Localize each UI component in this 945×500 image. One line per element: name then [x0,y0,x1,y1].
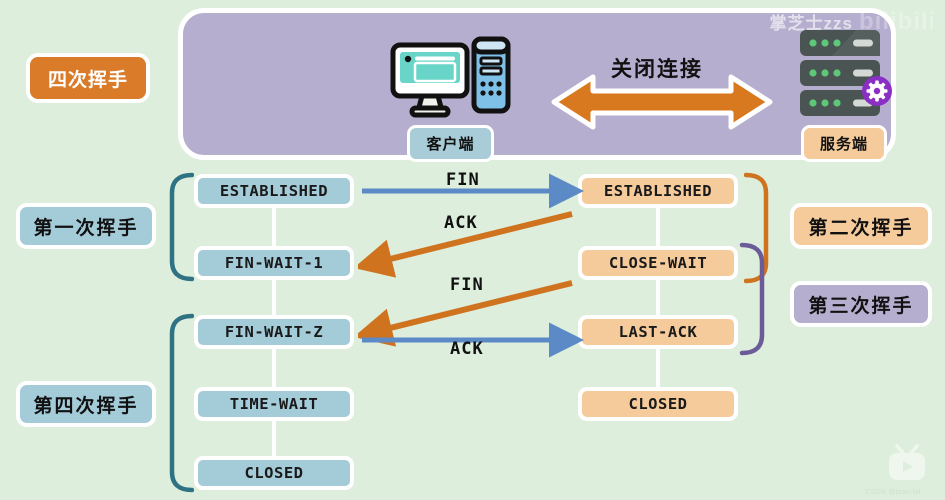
server-state-close-wait: CLOSE-WAIT [578,246,738,280]
server-label: 服务端 [800,125,887,162]
client-state-time-wait: TIME-WAIT [194,387,354,421]
client-state-fin-wait-2: FIN-WAIT-Z [194,315,354,349]
client-state-closed: CLOSED [194,456,354,490]
four-way-handshake-badge: 四次挥手 [26,53,150,103]
side-label-third-handshake: 第三次挥手 [790,281,932,327]
close-connection-bidirectional-arrow-icon [549,71,775,133]
side-label-first-handshake: 第一次挥手 [16,203,156,249]
message-label-fin-1: FIN [446,170,480,190]
server-state-established: ESTABLISHED [578,174,738,208]
client-label: 客户端 [407,125,494,162]
server-state-closed: CLOSED [578,387,738,421]
server-rack-icon [792,27,896,119]
client-state-fin-wait-1: FIN-WAIT-1 [194,246,354,280]
bracket-first-handshake [168,172,194,282]
server-state-last-ack: LAST-ACK [578,315,738,349]
message-label-ack-2: ACK [450,339,484,359]
diagram-canvas: 客户端 服务端 关闭连接 四次挥手 ESTABLISHED FIN-WAIT-1… [0,0,945,500]
side-label-fourth-handshake: 第四次挥手 [16,381,156,427]
desktop-computer-icon [390,35,512,119]
server-device-group: 服务端 [780,27,908,162]
bracket-fourth-handshake [168,313,194,493]
bracket-third-handshake [738,242,766,358]
client-state-established: ESTABLISHED [194,174,354,208]
client-device-group: 客户端 [383,35,518,162]
top-overview-panel: 客户端 服务端 关闭连接 [178,8,896,162]
message-label-fin-2: FIN [450,275,484,295]
bilibili-tv-logo-icon [885,442,929,486]
message-label-ack-1: ACK [444,213,478,233]
side-label-second-handshake: 第二次挥手 [790,203,932,249]
watermark-bottom-right: CSDN @json-laf [865,489,921,496]
message-arrows [358,168,584,368]
